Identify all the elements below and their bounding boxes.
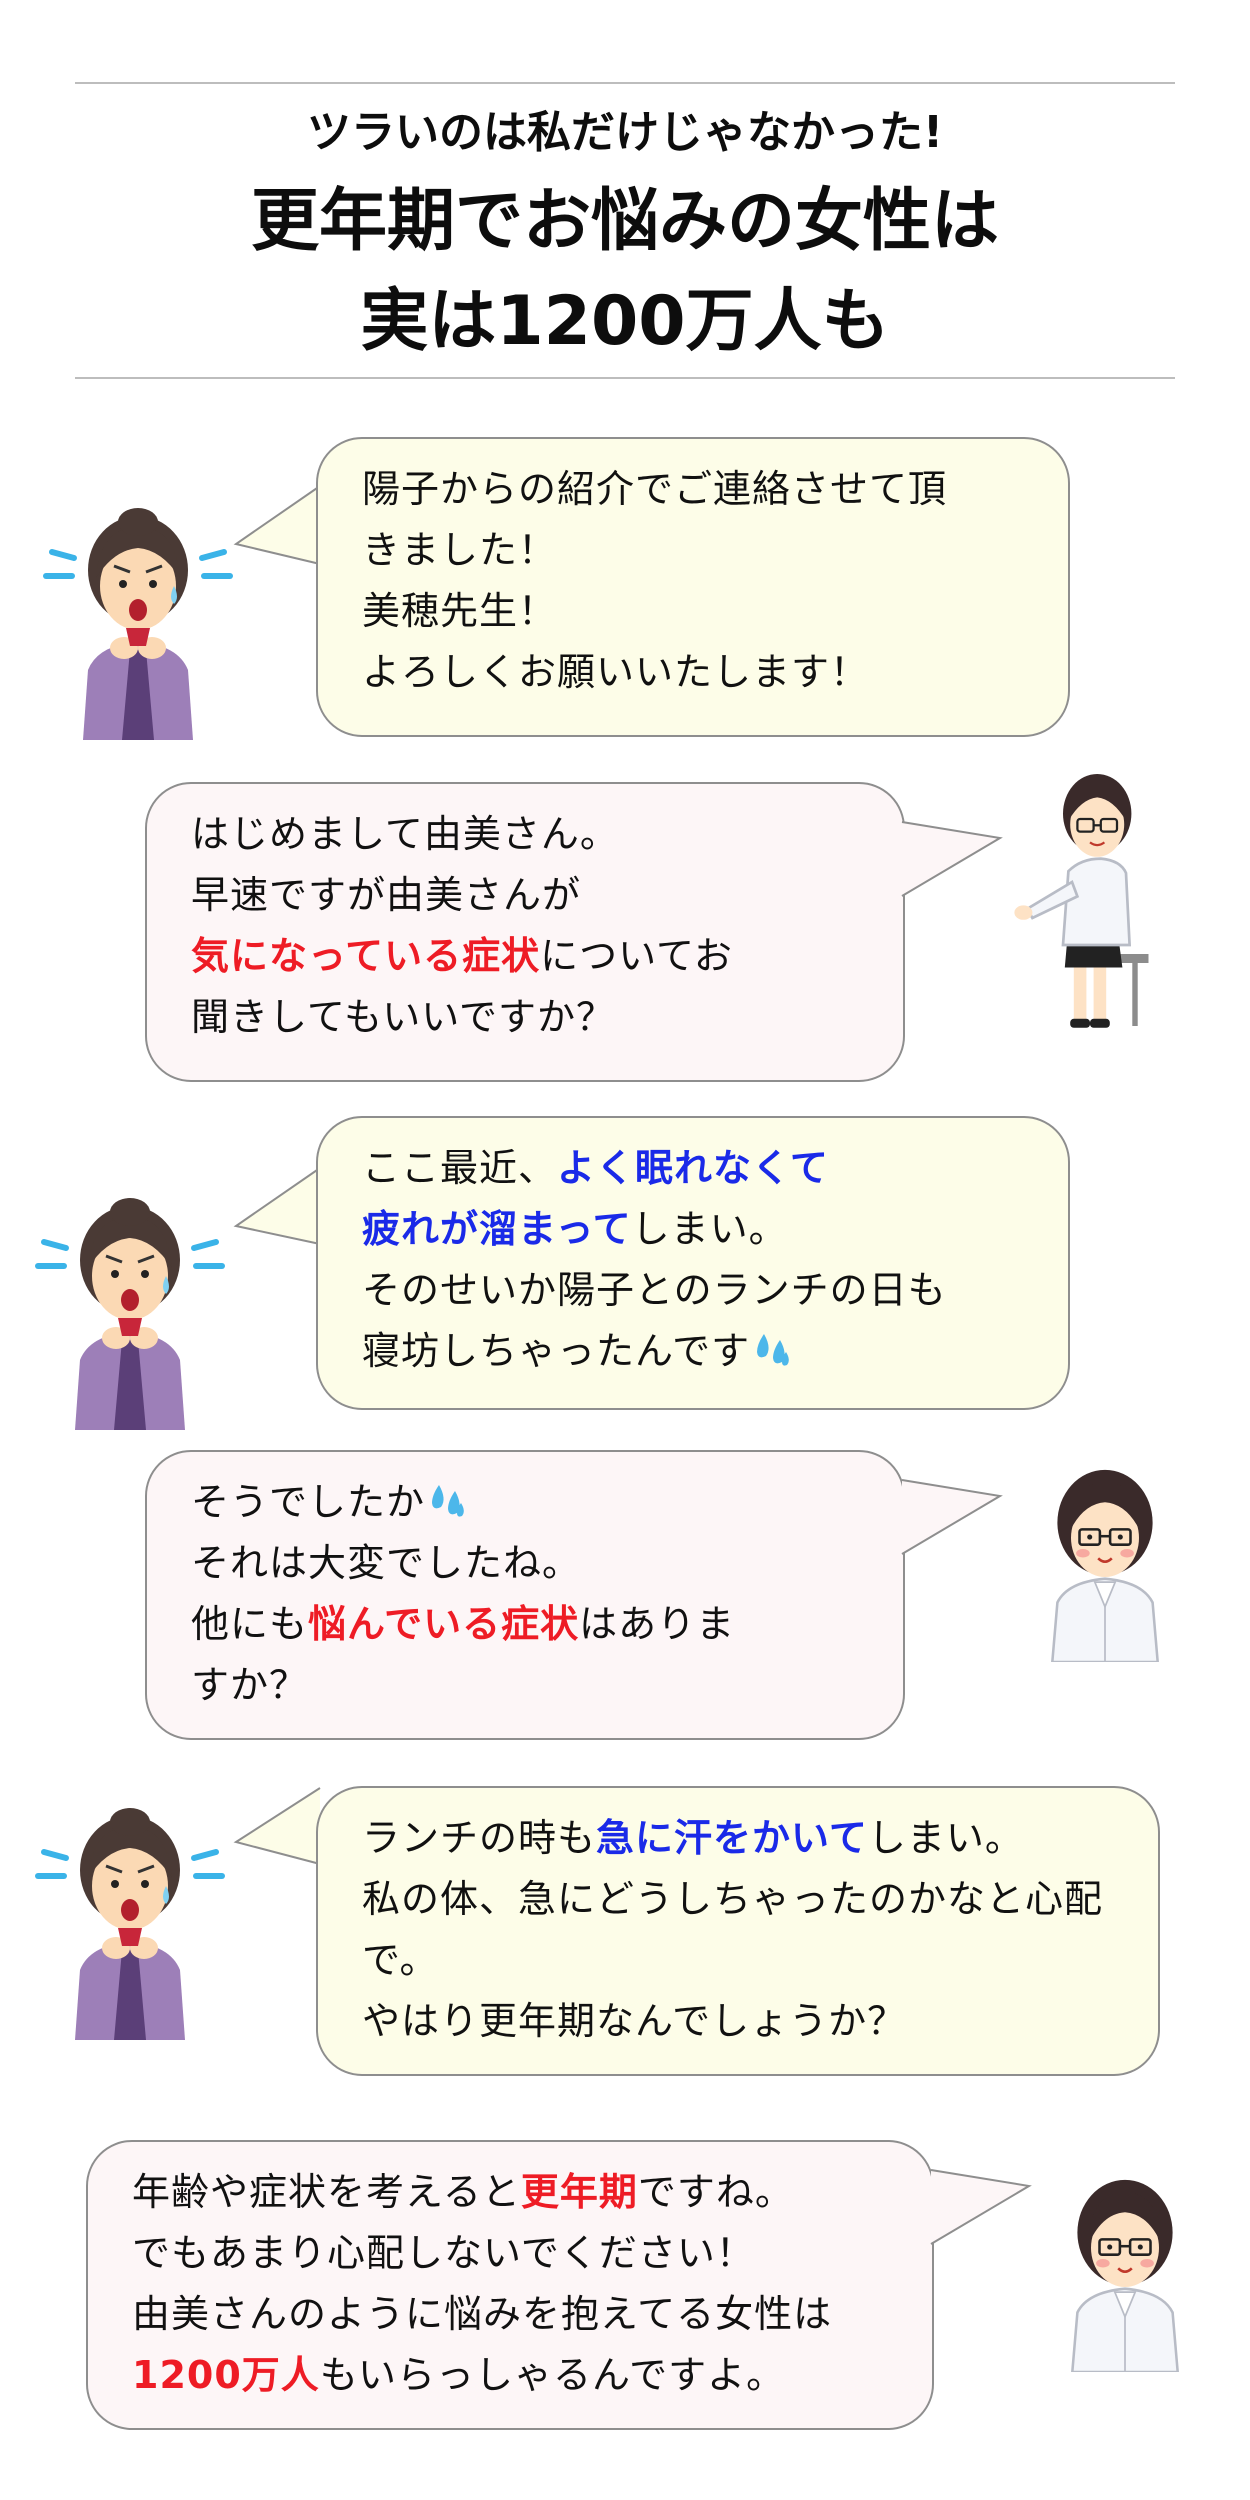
patient-illustration [30,1190,230,1430]
sweat-drop-icon [754,1330,794,1370]
highlight-fatigue: 疲れが溜まって [362,1207,632,1251]
bubble-tail [233,1787,321,1865]
bubble-tail [901,1479,1003,1555]
bubble-line: ここ最近、よく眠れなくて [362,1146,829,1190]
bubble-line: 疲れが溜まってしまい。 [362,1207,788,1251]
highlight-sweating: 急に汗をかいて [596,1816,868,1860]
doctor-illustration [1040,2150,1210,2390]
header-top-divider [75,82,1175,84]
speech-bubble-patient-1: 陽子からの紹介でご連絡させて頂 きました！ 美穂先生！ よろしくお願いいたします… [316,437,1070,737]
bubble-line: きました！ [362,528,558,572]
highlight-12-million: 1200万人 [132,2353,320,2397]
bubble-line: 年齢や症状を考えると更年期ですね。 [132,2170,794,2214]
bubble-tail [233,485,321,565]
bubble-line: 寝坊しちゃったんです [362,1321,1024,1382]
doctor-illustration [1020,1440,1190,1680]
speech-bubble-doctor-2: そうでしたか それは大変でしたね。 他にも悩んでいる症状はありま すか？ [145,1450,905,1740]
bubble-line: 私の体、急にどうしちゃったのかなと心配 [362,1877,1104,1921]
doctor-sitting-illustration [1000,755,1180,1045]
bubble-line: でもあまり心配しないでください！ [132,2231,755,2275]
bubble-line: ランチの時も急に汗をかいてしまい。 [362,1816,1024,1860]
highlight-worries: 悩んでいる症状 [308,1602,580,1646]
bubble-line: 美穂先生！ [362,589,558,633]
bubble-line: 気になっている症状についてお [191,934,733,978]
bubble-line: それは大変でしたね。 [191,1541,582,1585]
bubble-line: 1200万人もいらっしゃるんですよ。 [132,2353,786,2397]
highlight-symptoms: 気になっている症状 [191,934,541,978]
bubble-line: すか？ [191,1663,309,1707]
sweat-drop-icon [429,1481,469,1521]
bubble-line: 他にも悩んでいる症状はありま [191,1602,736,1646]
speech-bubble-doctor-3: 年齢や症状を考えると更年期ですね。 でもあまり心配しないでください！ 由美さんの… [86,2140,934,2430]
bubble-line: で。 [362,1938,439,1982]
bubble-tail [901,821,1003,897]
bubble-line: そうでしたか [191,1472,859,1533]
speech-bubble-doctor-1: はじめまして由美さん。 早速ですが由美さんが 気になっている症状についてお 聞き… [145,782,905,1082]
header-title-line-1: 更年期でお悩みの女性は [250,182,999,261]
bubble-line: 由美さんのように悩みを抱えてる女性は [132,2292,833,2336]
bubble-line: 早速ですが由美さんが [191,873,582,917]
bubble-line: よろしくお願いいたします！ [362,650,870,694]
speech-bubble-patient-3: ランチの時も急に汗をかいてしまい。 私の体、急にどうしちゃったのかなと心配 で。… [316,1786,1160,2076]
header-subtitle: ツラいのは私だけじゃなかった! [306,107,944,158]
highlight-menopause: 更年期 [520,2170,638,2214]
header-title-line-2: 実は1200万人も [360,282,890,361]
speech-bubble-patient-2: ここ最近、よく眠れなくて 疲れが溜まってしまい。 そのせいか陽子とのランチの日も… [316,1116,1070,1410]
bubble-tail [930,2169,1032,2245]
bubble-line: そのせいか陽子とのランチの日も [362,1268,947,1312]
patient-illustration [30,1800,230,2040]
patient-illustration [38,500,238,740]
highlight-sleep: よく眠れなくて [557,1146,829,1190]
header-bottom-divider [75,377,1175,379]
bubble-line: 陽子からの紹介でご連絡させて頂 [362,467,948,511]
bubble-line: 聞きしてもいいですか？ [191,995,616,1039]
bubble-line: はじめまして由美さん。 [191,812,619,856]
bubble-tail [233,1167,321,1245]
bubble-line: やはり更年期なんでしょうか？ [362,1999,907,2043]
